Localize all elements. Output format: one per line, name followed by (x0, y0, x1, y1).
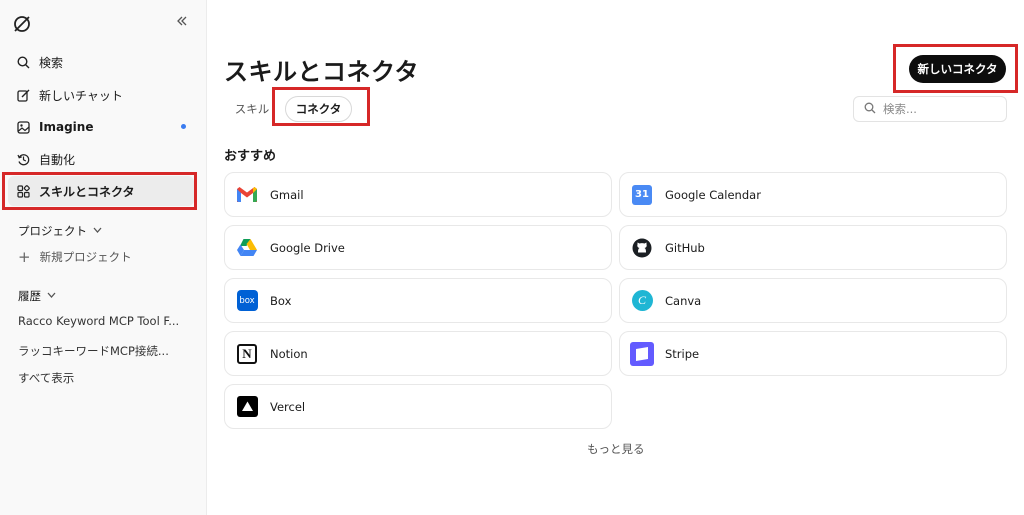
connector-name: Box (270, 293, 292, 308)
nav-label: Imagine (39, 120, 94, 134)
connector-card-stripe[interactable]: Stripe (619, 331, 1007, 376)
new-project-button[interactable]: + 新規プロジェクト (18, 249, 132, 265)
chevron-down-icon (47, 291, 56, 301)
show-all-link[interactable]: すべて表示 (18, 370, 74, 386)
projects-label: プロジェクト (18, 224, 87, 238)
connector-card-github[interactable]: GitHub (619, 225, 1007, 270)
image-icon (16, 120, 30, 134)
new-connector-button[interactable]: 新しいコネクタ (909, 55, 1006, 83)
history-item[interactable]: Racco Keyword MCP Tool F... (18, 314, 179, 328)
box-icon: box (235, 289, 259, 313)
tab-skills[interactable]: スキル (232, 96, 272, 122)
google-calendar-icon: 31 (630, 183, 654, 207)
connector-card-google-calendar[interactable]: 31 Google Calendar (619, 172, 1007, 217)
chevron-down-icon (93, 226, 102, 236)
nav-label: 新しいチャット (39, 88, 123, 103)
connector-name: Stripe (665, 346, 700, 361)
history-icon (16, 152, 30, 166)
connector-name: Notion (270, 346, 308, 361)
nav-label: 自動化 (39, 152, 76, 167)
page-title: スキルとコネクタ (224, 58, 420, 86)
nav-new-chat[interactable]: 新しいチャット (8, 80, 194, 110)
new-project-label: 新規プロジェクト (39, 250, 132, 264)
connector-name: Canva (665, 293, 702, 308)
google-drive-icon (235, 236, 259, 260)
new-indicator-dot (181, 124, 186, 129)
connector-card-box[interactable]: box Box (224, 278, 612, 323)
grok-logo-icon[interactable] (12, 14, 32, 34)
connector-name: Google Drive (270, 240, 345, 255)
nav-label: 検索 (39, 55, 64, 70)
apps-icon (16, 184, 30, 198)
gmail-icon (235, 183, 259, 207)
nav-automation[interactable]: 自動化 (8, 144, 194, 174)
connector-name: Gmail (270, 187, 304, 202)
connector-card-notion[interactable]: N Notion (224, 331, 612, 376)
connector-name: Vercel (270, 399, 306, 414)
canva-icon: C (630, 289, 654, 313)
connector-card-vercel[interactable]: Vercel (224, 384, 612, 429)
stripe-icon (630, 341, 654, 366)
nav-label: スキルとコネクタ (39, 184, 135, 199)
plus-icon: + (18, 247, 31, 266)
app-window: 検索 新しいチャット Imagine 自動化 スキルとコネクタ プロジェクト +… (0, 0, 1024, 515)
search-icon (16, 55, 30, 69)
connector-card-gmail[interactable]: Gmail (224, 172, 612, 217)
sidebar: 検索 新しいチャット Imagine 自動化 スキルとコネクタ プロジェクト +… (0, 0, 207, 515)
vercel-icon (235, 395, 259, 419)
connector-name: Google Calendar (665, 187, 761, 202)
nav-imagine[interactable]: Imagine (8, 112, 194, 142)
connector-card-google-drive[interactable]: Google Drive (224, 225, 612, 270)
search-input[interactable]: 検索... (853, 96, 1007, 122)
github-icon (630, 236, 654, 260)
search-placeholder: 検索... (883, 102, 917, 116)
history-section-toggle[interactable]: 履歴 (18, 288, 56, 304)
notion-icon: N (235, 342, 259, 366)
search-icon (864, 102, 876, 117)
projects-section-toggle[interactable]: プロジェクト (18, 223, 102, 239)
connector-card-canva[interactable]: C Canva (619, 278, 1007, 323)
tab-connectors[interactable]: コネクタ (285, 96, 352, 122)
nav-search[interactable]: 検索 (8, 47, 194, 77)
history-item[interactable]: ラッコキーワードMCP接続... (18, 343, 169, 359)
connector-name: GitHub (665, 240, 705, 255)
show-more-link[interactable]: もっと見る (587, 441, 645, 457)
double-chevron-left-icon[interactable] (176, 15, 188, 31)
section-title: おすすめ (224, 149, 277, 164)
history-label: 履歴 (18, 289, 41, 303)
edit-icon (16, 88, 30, 102)
nav-skills-connectors[interactable]: スキルとコネクタ (8, 176, 194, 206)
